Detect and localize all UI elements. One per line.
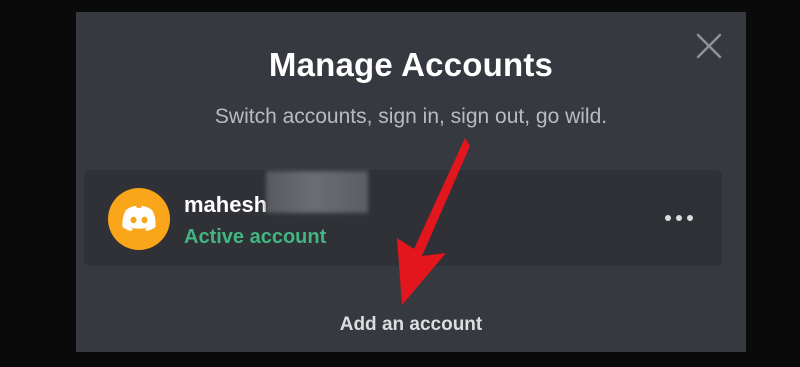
modal-title: Manage Accounts [268, 46, 554, 83]
manage-accounts-modal: Manage Accounts Switch accounts, sign in… [76, 12, 746, 352]
add-account-button[interactable]: Add an account [76, 314, 746, 336]
modal-subtitle: Switch accounts, sign in, sign out, go w… [214, 105, 608, 128]
discord-logo-icon [122, 206, 156, 231]
avatar [108, 188, 170, 250]
account-status: Active account [184, 226, 327, 248]
account-row[interactable]: mahesh Active account [84, 170, 722, 266]
account-username: mahesh [184, 192, 268, 217]
redacted-username-blur [266, 171, 368, 213]
account-more-button[interactable] [662, 206, 696, 230]
more-horizontal-icon [665, 215, 693, 221]
